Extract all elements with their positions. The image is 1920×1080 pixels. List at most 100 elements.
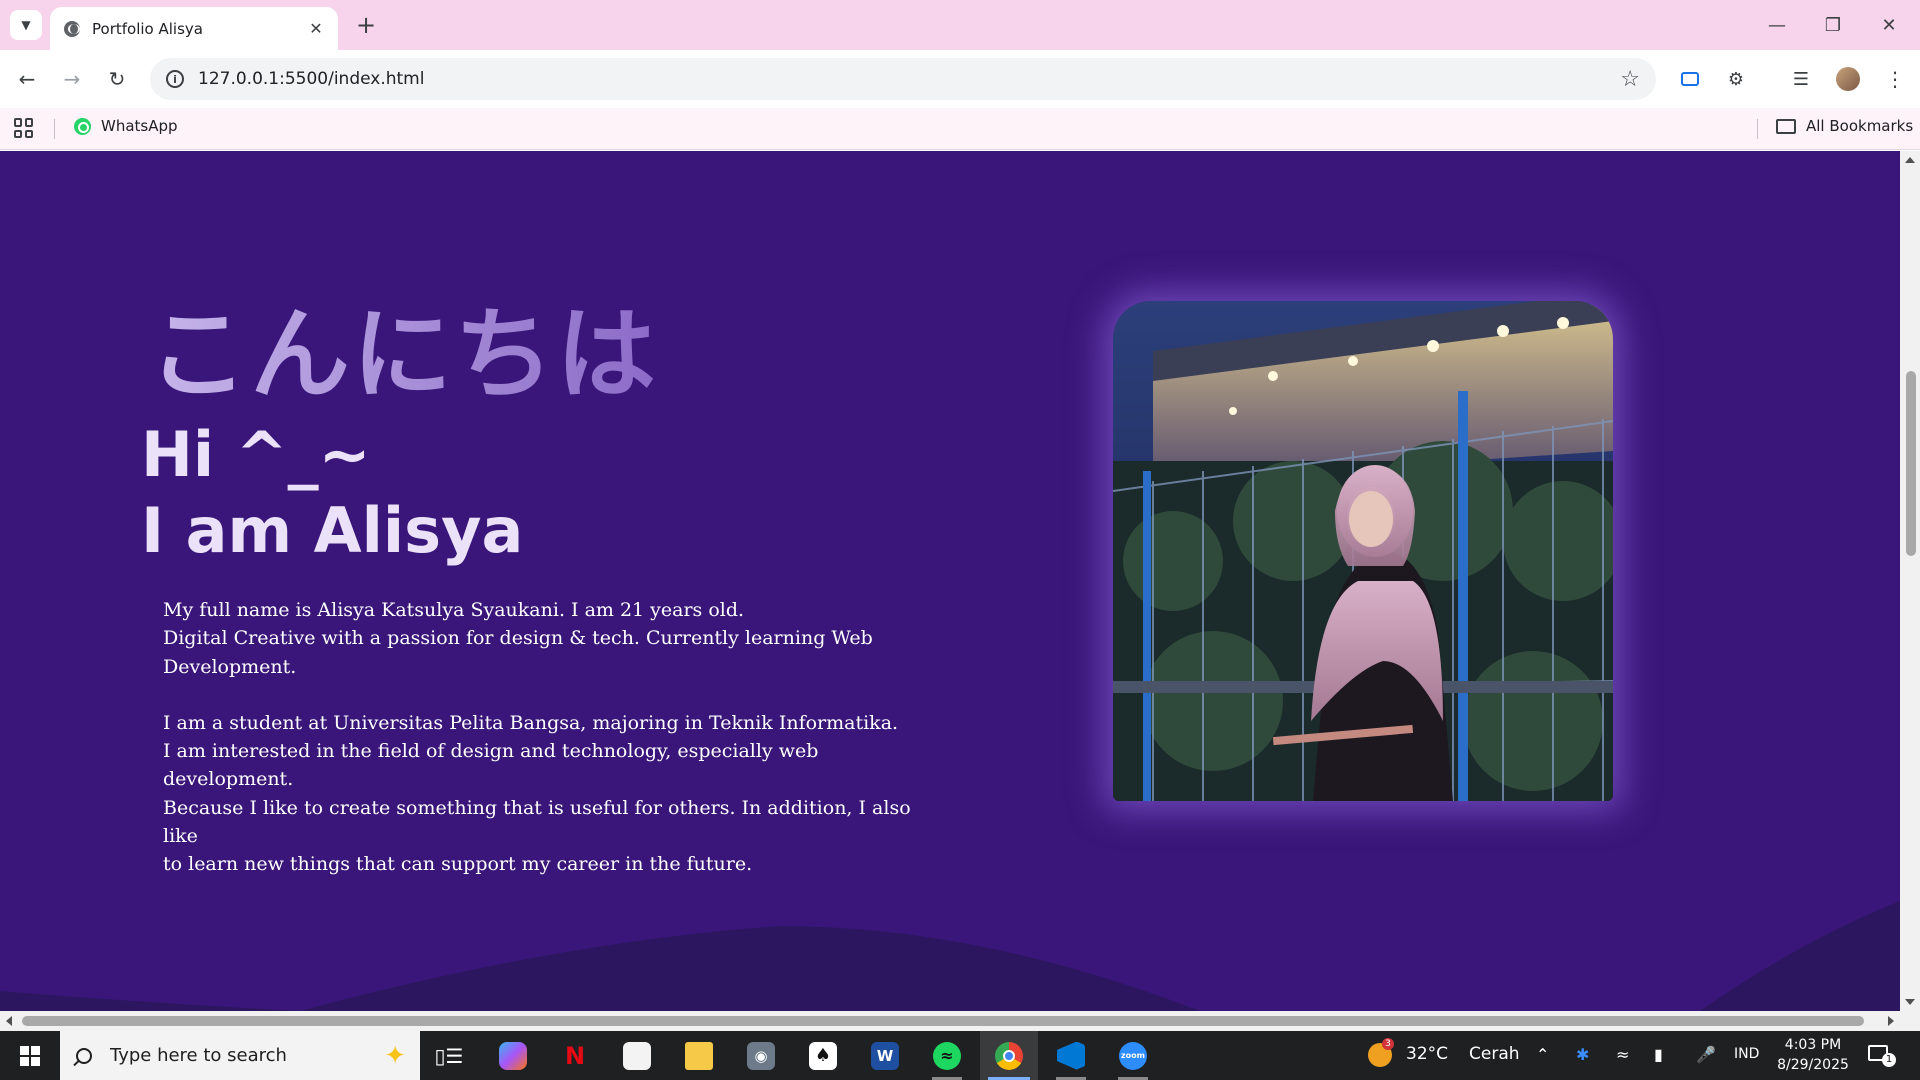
windows-taskbar: Type here to search ✦ ▯☰ N ◉ ♠ W ≈ zoom <box>0 1031 1920 1080</box>
address-bar[interactable]: i 127.0.0.1:5500/index.html ☆ <box>150 58 1656 100</box>
portfolio-page: こんにちは Hi ^_~ I am Alisya My full name is… <box>0 151 1900 1011</box>
browser-toolbar: ← → ↻ i 127.0.0.1:5500/index.html ☆ ⚙ ☰ … <box>0 50 1920 108</box>
minimize-button[interactable]: — <box>1749 0 1805 50</box>
cast-icon[interactable] <box>1674 63 1706 95</box>
search-placeholder: Type here to search <box>110 1045 287 1066</box>
new-tab-button[interactable]: + <box>352 11 380 39</box>
folder-icon <box>685 1041 713 1070</box>
task-view-icon: ▯☰ <box>434 1043 464 1068</box>
chrome-icon <box>995 1041 1023 1070</box>
browser-tab-active[interactable]: Portfolio Alisya ✕ <box>50 7 338 50</box>
bottom-wave <box>0 901 1900 1011</box>
microsoft-store-app[interactable] <box>608 1031 666 1080</box>
vscode-app[interactable] <box>1042 1031 1100 1080</box>
netflix-icon: N <box>564 1041 586 1070</box>
all-bookmarks-label: All Bookmarks <box>1806 117 1914 135</box>
zoom-app[interactable]: zoom <box>1104 1031 1162 1080</box>
zoom-icon: zoom <box>1119 1041 1147 1070</box>
arrow-right-icon: → <box>63 67 81 91</box>
scroll-right-arrow-icon[interactable] <box>1888 1016 1894 1026</box>
bookmark-whatsapp[interactable]: WhatsApp <box>74 117 178 135</box>
chrome-app[interactable] <box>980 1031 1038 1080</box>
scroll-left-arrow-icon[interactable] <box>6 1016 12 1026</box>
bio-line: Digital Creative with a passion for desi… <box>163 627 873 650</box>
w-app-icon: W <box>871 1041 899 1070</box>
restore-button[interactable]: ❐ <box>1805 0 1861 50</box>
bluetooth-icon[interactable]: ✱ <box>1576 1045 1589 1064</box>
taskbar-search-box[interactable]: Type here to search ✦ <box>60 1031 420 1080</box>
tab-strip: ▼ Portfolio Alisya ✕ + — ❐ ✕ <box>0 0 1920 50</box>
greeting-japanese: こんにちは <box>148 273 658 418</box>
windows-logo-icon <box>20 1045 40 1066</box>
greeting-name: I am Alisya <box>141 494 524 567</box>
camera-icon: ◉ <box>747 1041 775 1070</box>
reload-icon: ↻ <box>108 67 126 91</box>
solitaire-app[interactable]: ♠ <box>794 1031 852 1080</box>
apps-grid-icon[interactable] <box>14 118 34 138</box>
bio-line: I am a student at Universitas Pelita Ban… <box>163 711 899 734</box>
bookmarks-divider <box>1757 119 1758 139</box>
bookmarks-bar: WhatsApp All Bookmarks <box>0 108 1920 150</box>
media-controls-icon[interactable]: ☰ <box>1785 63 1817 95</box>
chevron-up-icon[interactable]: ⌃ <box>1536 1045 1549 1064</box>
spotify-app[interactable]: ≈ <box>918 1031 976 1080</box>
url-text[interactable]: 127.0.0.1:5500/index.html <box>198 69 1620 89</box>
spotify-icon: ≈ <box>933 1041 961 1070</box>
file-explorer-app[interactable] <box>670 1031 728 1080</box>
clock-time: 4:03 PM <box>1784 1037 1842 1053</box>
vertical-scroll-thumb[interactable] <box>1906 371 1916 556</box>
forward-button[interactable]: → <box>54 61 90 97</box>
bio-line: Development. <box>163 655 297 678</box>
profile-photo <box>1113 301 1613 801</box>
start-button[interactable] <box>0 1031 60 1080</box>
chevron-down-icon: ▼ <box>21 18 31 32</box>
folder-icon <box>1776 118 1796 134</box>
bookmark-label: WhatsApp <box>101 117 178 135</box>
weather-alert-badge: 3 <box>1382 1038 1394 1050</box>
notification-count: 1 <box>1882 1053 1896 1067</box>
bio-text: My full name is Alisya Katsulya Syaukani… <box>163 596 943 879</box>
tab-title: Portfolio Alisya <box>92 19 203 38</box>
profile-avatar[interactable] <box>1832 63 1864 95</box>
copilot-app[interactable] <box>484 1031 542 1080</box>
tab-close-icon[interactable]: ✕ <box>306 19 326 39</box>
site-info-icon[interactable]: i <box>166 70 184 88</box>
copilot-icon <box>499 1041 527 1070</box>
battery-icon[interactable]: ▮ <box>1654 1045 1663 1064</box>
system-clock[interactable]: 4:03 PM 8/29/2025 <box>1765 1035 1861 1075</box>
greeting-hi: Hi ^_~ <box>141 418 371 491</box>
bio-line: to learn new things that can support my … <box>163 853 753 876</box>
clock-date: 8/29/2025 <box>1777 1057 1849 1073</box>
tab-search-button[interactable]: ▼ <box>10 10 42 40</box>
notification-center-button[interactable]: 1 <box>1866 1043 1896 1069</box>
scroll-up-arrow-icon[interactable] <box>1905 157 1915 163</box>
netflix-app[interactable]: N <box>546 1031 604 1080</box>
task-view-button[interactable]: ▯☰ <box>420 1031 478 1080</box>
bio-line: My full name is Alisya Katsulya Syaukani… <box>163 599 745 621</box>
vscode-icon <box>1057 1041 1085 1070</box>
sparkle-icon: ✦ <box>384 1040 406 1071</box>
scroll-down-arrow-icon[interactable] <box>1905 999 1915 1005</box>
weather-temp: 32°C <box>1406 1044 1449 1064</box>
wifi-icon[interactable]: ≈ <box>1616 1045 1629 1064</box>
camera-app[interactable]: ◉ <box>732 1031 790 1080</box>
weather-widget[interactable]: 3 32°C Cerah <box>1366 1031 1520 1080</box>
cards-icon: ♠ <box>809 1041 837 1070</box>
horizontal-scroll-thumb[interactable] <box>22 1016 1864 1026</box>
bookmark-star-icon[interactable]: ☆ <box>1620 67 1640 92</box>
back-button[interactable]: ← <box>9 61 45 97</box>
weather-desc: Cerah <box>1469 1044 1520 1064</box>
microphone-icon[interactable]: 🎤 <box>1696 1045 1716 1064</box>
store-icon <box>623 1041 651 1070</box>
all-bookmarks-button[interactable]: All Bookmarks <box>1776 117 1913 135</box>
bio-line: I am interested in the field of design a… <box>163 740 819 791</box>
menu-kebab-icon[interactable]: ⋮ <box>1879 63 1911 95</box>
close-window-button[interactable]: ✕ <box>1861 0 1917 50</box>
language-indicator[interactable]: IND <box>1734 1046 1759 1062</box>
extensions-icon[interactable]: ⚙ <box>1720 63 1752 95</box>
horizontal-scrollbar[interactable] <box>0 1011 1920 1031</box>
reload-button[interactable]: ↻ <box>99 61 135 97</box>
arrow-left-icon: ← <box>18 67 36 91</box>
vertical-scrollbar[interactable] <box>1900 151 1920 1011</box>
app-w[interactable]: W <box>856 1031 914 1080</box>
